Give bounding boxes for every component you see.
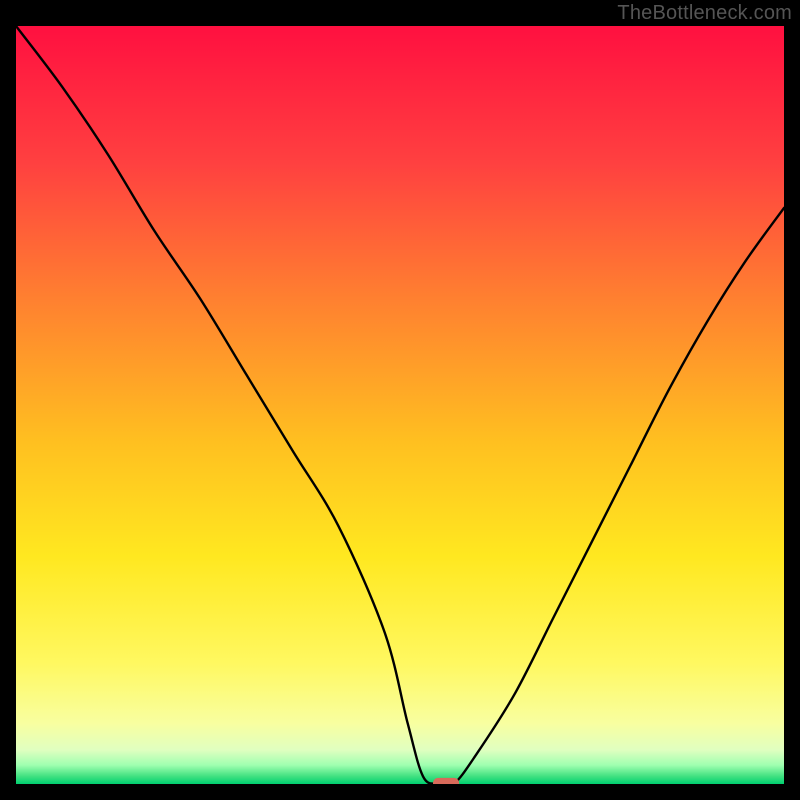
plot-area bbox=[16, 26, 784, 784]
optimal-point-marker bbox=[433, 778, 459, 784]
chart-svg bbox=[16, 26, 784, 784]
chart-frame: TheBottleneck.com bbox=[0, 0, 800, 800]
chart-background bbox=[16, 26, 784, 784]
watermark-text: TheBottleneck.com bbox=[617, 2, 792, 25]
